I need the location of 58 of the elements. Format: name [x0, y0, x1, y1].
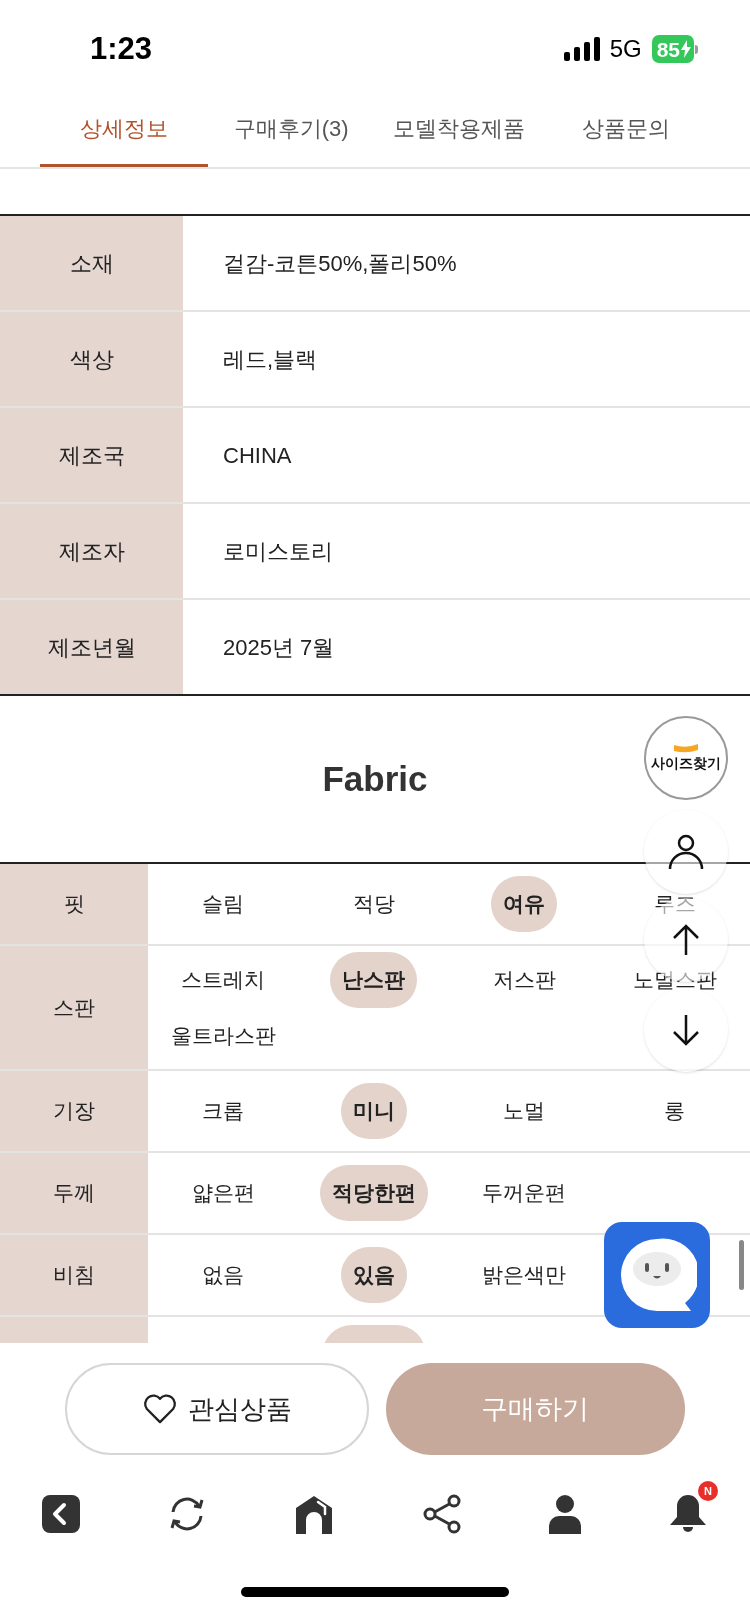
tab[interactable]: 상세정보 [40, 92, 208, 167]
fabric-option: 두꺼운편 [470, 1165, 579, 1221]
fabric-option: 스트레치 [169, 952, 278, 1008]
network-label: 5G [609, 34, 642, 64]
spec-label: 제조국 [0, 408, 183, 502]
tab[interactable]: 구매후기(3) [207, 92, 375, 167]
tab[interactable]: 모델착용제품 [375, 92, 543, 167]
spec-value: 겉감-코튼50%,폴리50% [222, 249, 458, 278]
wishlist-button[interactable]: 관심상품 [65, 1363, 369, 1455]
spec-label: 색상 [0, 312, 183, 406]
fabric-label: 비침 [0, 1235, 148, 1315]
share-icon[interactable] [421, 1494, 462, 1534]
tab[interactable]: 상품문의 [542, 92, 710, 167]
spec-value: 2025년 7월 [222, 633, 336, 662]
fabric-option: 얇은편 [179, 1165, 267, 1221]
ruler-icon [673, 742, 699, 753]
back-icon[interactable] [42, 1495, 80, 1533]
bell-icon[interactable] [667, 1493, 708, 1535]
spec-value: CHINA [222, 441, 293, 470]
fabric-option: 밝은색만 [470, 1247, 579, 1303]
status-time: 1:23 [90, 29, 153, 68]
size-finder-button[interactable]: 사이즈찾기 [644, 716, 728, 800]
section-title: Fabric [322, 757, 428, 800]
arrow-up-icon [672, 924, 700, 956]
fabric-label: 핏 [0, 864, 148, 944]
spec-label: 소재 [0, 216, 183, 310]
fabric-label: 기장 [0, 1071, 148, 1151]
fabric-option: 크롭 [190, 1083, 257, 1139]
fabric-option: 적당 [340, 876, 407, 932]
spec-value: 로미스토리 [222, 537, 334, 566]
spec-label: 제조년월 [0, 600, 183, 694]
fabric-option: 적당한편 [319, 1165, 428, 1221]
fabric-option: 미니 [340, 1083, 407, 1139]
fabric-label: 스판 [0, 946, 148, 1069]
battery-indicator: 85 [651, 35, 698, 63]
fabric-option: 있음 [340, 1247, 407, 1303]
fabric-label: 두께 [0, 1153, 148, 1233]
scrollbar [739, 1240, 744, 1290]
person-icon [667, 834, 705, 870]
fabric-option: 노멀스판 [620, 952, 729, 1008]
fabric-option: 루즈 [641, 876, 708, 932]
fabric-option: 저스판 [480, 952, 568, 1008]
fabric-option: 난스판 [330, 952, 418, 1008]
person-icon[interactable] [548, 1494, 581, 1534]
fabric-option: 롱 [652, 1083, 698, 1139]
heart-icon [141, 1393, 178, 1425]
fabric-option: 울트라스판 [158, 1007, 288, 1063]
chat-button[interactable] [604, 1222, 710, 1328]
fabric-option: 없음 [190, 1247, 257, 1303]
fabric-option: 여유 [491, 876, 558, 932]
signal-icon [563, 37, 600, 61]
spec-value: 레드,블랙 [222, 345, 319, 374]
spec-label: 제조자 [0, 504, 183, 598]
fabric-option: 슬림 [190, 876, 257, 932]
fabric-option: 노멀 [491, 1083, 558, 1139]
notification-badge: N [697, 1481, 718, 1501]
arrow-down-icon [672, 1014, 700, 1046]
home-icon[interactable] [294, 1494, 335, 1534]
